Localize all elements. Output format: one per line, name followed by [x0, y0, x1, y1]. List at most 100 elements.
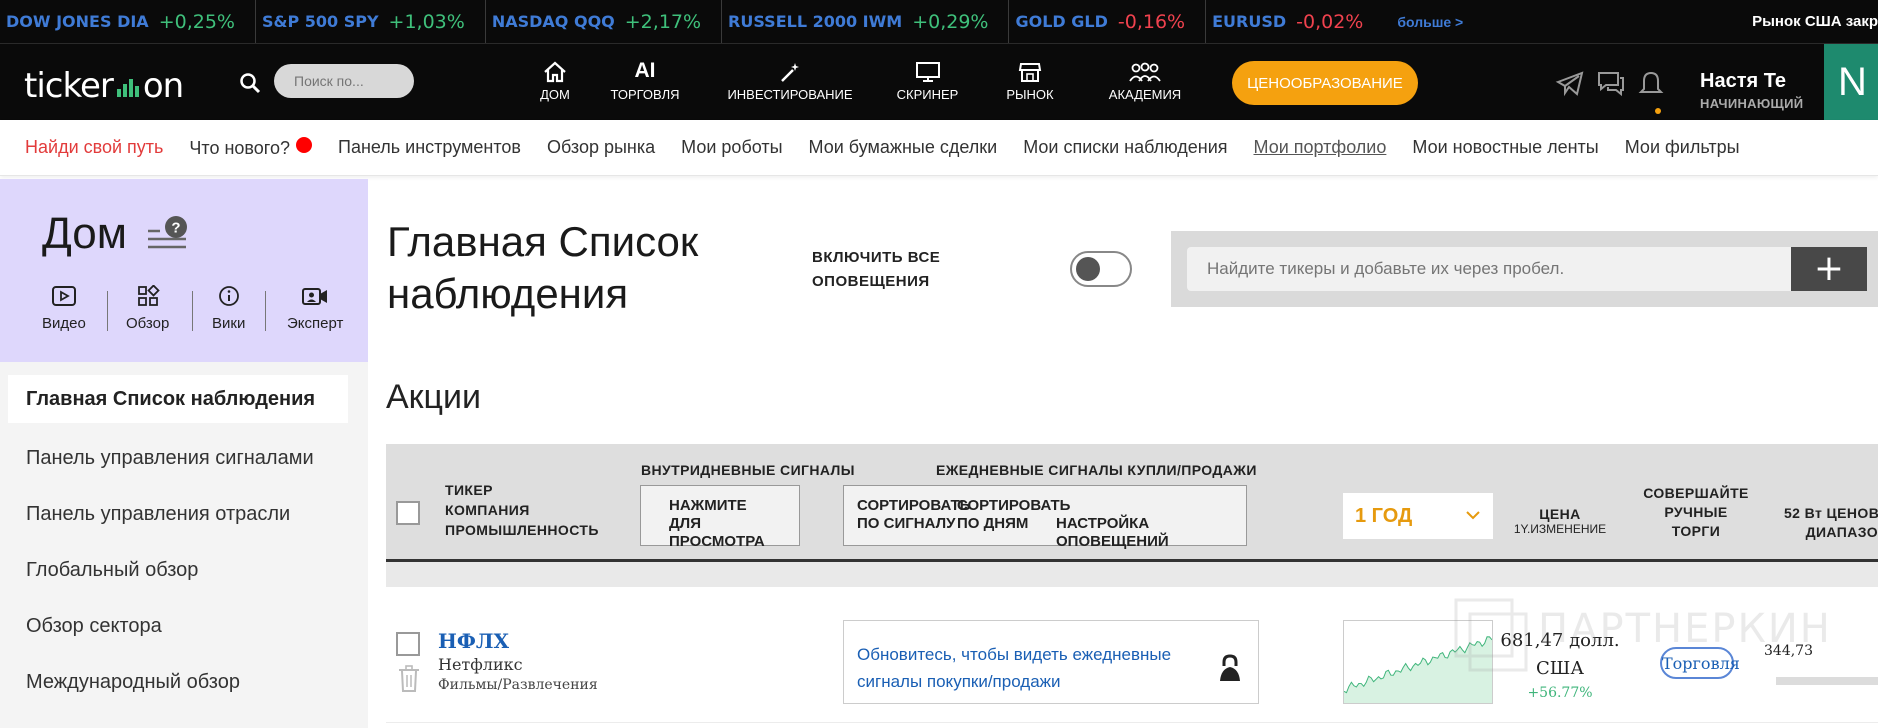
ticker-change: +1,03% [388, 10, 465, 33]
daily-signals-box: СОРТИРОВАТЬ ПО СИГНАЛУ СОРТИРОВАТЬ ПО ДН… [843, 485, 1247, 550]
divider [265, 291, 266, 331]
ticker-change: +2,17% [624, 10, 702, 33]
avatar[interactable]: N [1824, 44, 1878, 120]
pricing-button[interactable]: ЦЕНООБРАЗОВАНИЕ [1232, 61, 1418, 105]
subnav-find-path[interactable]: Найди свой путь [25, 137, 163, 158]
trash-icon[interactable] [398, 665, 420, 693]
global-search-input[interactable] [274, 64, 414, 98]
search-icon[interactable] [238, 71, 262, 95]
52w-low-value: 344,73 [1764, 643, 1813, 659]
header-line: ТОРГИ [1671, 523, 1721, 539]
sidebar-item-sector-overview[interactable]: Обзор сектора [26, 615, 162, 638]
quick-link-video[interactable]: Видео [42, 285, 86, 332]
ticker-symbol-link[interactable]: НФЛХ [438, 629, 509, 653]
row-checkbox[interactable] [396, 632, 420, 656]
sidebar-item-main-watchlist[interactable]: Главная Список наблюдения [8, 375, 348, 423]
price-currency: США [1536, 658, 1584, 679]
toggle-knob [1076, 257, 1100, 281]
subnav-watchlists[interactable]: Мои списки наблюдения [1023, 137, 1227, 158]
nav-label: РЫНОК [1006, 87, 1054, 102]
help-list-icon[interactable]: ? [146, 215, 190, 253]
intraday-view-button[interactable]: НАЖМИТЕ ДЛЯ ПРОСМОТРА [640, 485, 800, 550]
daily-signals-label: ЕЖЕДНЕВНЫЕ СИГНАЛЫ КУПЛИ/ПРОДАЖИ [936, 462, 1257, 478]
ticker-item-iwm[interactable]: RUSSELL 2000 IWM +0,29% [722, 0, 1010, 43]
intraday-button-label: НАЖМИТЕ ДЛЯ ПРОСМОТРА [669, 497, 799, 551]
table-header: ТИКЕР КОМПАНИЯ ПРОМЫШЛЕННОСТЬ ВНУТРИДНЕВ… [386, 444, 1878, 562]
sort-by-days-button[interactable]: СОРТИРОВАТЬ ПО ДНЯМ [957, 497, 1070, 533]
sort-by-signal-button[interactable]: СОРТИРОВАТЬ ПО СИГНАЛУ [857, 497, 970, 533]
header-sub: 1Y.ИЗМЕНЕНИЕ [1513, 522, 1607, 536]
subnav-news-feeds[interactable]: Мои новостные ленты [1412, 137, 1598, 158]
button-line: СОРТИРОВАТЬ [957, 497, 1071, 514]
quick-link-wiki[interactable]: Вики [212, 285, 245, 332]
quick-link-expert[interactable]: Эксперт [287, 285, 343, 332]
chevron-down-icon [1466, 511, 1480, 520]
user-name[interactable]: Настя Те [1700, 70, 1786, 93]
market-ticker-strip: DOW JONES DIA +0,25% S&P 500 SPY +1,03% … [0, 0, 1878, 44]
grid-icon [137, 285, 160, 306]
nav-home[interactable]: ДОМ [510, 52, 600, 112]
price-sparkline-chart[interactable] [1343, 620, 1493, 704]
home-icon [544, 61, 566, 83]
nav-market[interactable]: РЫНОК [990, 52, 1070, 112]
52w-range-bar [1776, 677, 1878, 685]
subnav-whats-new[interactable]: Что нового? [189, 136, 312, 159]
ticker-change: -0,16% [1117, 10, 1186, 33]
sidebar-item-signals-dashboard[interactable]: Панель управления сигналами [26, 447, 314, 470]
col-header-manual-trades: СОВЕРШАЙТЕ РУЧНЫЕ ТОРГИ [1636, 484, 1756, 541]
ticker-item-spy[interactable]: S&P 500 SPY +1,03% [256, 0, 486, 43]
quick-link-label: Обзор [126, 315, 170, 332]
site-logo[interactable]: ticker on [24, 66, 184, 106]
nav-label: ДОМ [540, 87, 570, 102]
nav-academy[interactable]: АКАДЕМИЯ [1095, 52, 1195, 112]
subnav-market-overview[interactable]: Обзор рынка [547, 137, 655, 158]
sidebar-item-international-overview[interactable]: Международный обзор [26, 671, 240, 694]
quick-link-overview[interactable]: Обзор [126, 285, 169, 332]
more-tickers-link[interactable]: больше > [1397, 14, 1463, 30]
quick-link-label: Вики [212, 315, 246, 332]
divider [107, 291, 108, 331]
subnav-my-robots[interactable]: Мои роботы [681, 137, 782, 158]
nav-screener[interactable]: СКРИНЕР [880, 52, 975, 112]
button-line: НАЖМИТЕ [669, 497, 747, 514]
table-row: НФЛХ Нетфликс Фильмы/Развлечения Обновит… [386, 605, 1878, 723]
price-change-1y: +56.77% [1527, 685, 1593, 701]
ticker-item-qqq[interactable]: NASDAQ QQQ +2,17% [486, 0, 723, 43]
subnav-toolbar[interactable]: Панель инструментов [338, 137, 521, 158]
sidebar-item-industry-dashboard[interactable]: Панель управления отрасли [26, 503, 290, 526]
bell-icon[interactable] [1636, 68, 1666, 98]
subnav-label: Что нового? [189, 137, 290, 158]
logo-text-right: on [142, 66, 184, 106]
enable-alerts-toggle[interactable] [1070, 251, 1132, 287]
trade-button[interactable]: Торговля [1660, 647, 1740, 679]
store-icon [1018, 63, 1042, 82]
telegram-icon[interactable] [1555, 68, 1585, 98]
lock-icon [1220, 654, 1240, 681]
ticker-name: EURUSD [1212, 12, 1287, 31]
header-line: 52 Вт ЦЕНОВ [1784, 505, 1878, 521]
col-header-price[interactable]: ЦЕНА 1Y.ИЗМЕНЕНИЕ [1510, 506, 1610, 536]
alert-settings-button[interactable]: НАСТРОЙКА ОПОВЕЩЕНИЙ [1056, 515, 1246, 551]
monitor-icon [915, 62, 940, 82]
header-line: РУЧНЫЕ [1664, 504, 1728, 520]
select-all-checkbox[interactable] [396, 501, 420, 525]
logo-bars-icon [116, 75, 139, 97]
ticker-item-eurusd[interactable]: EURUSD -0,02% [1206, 0, 1383, 43]
ticker-item-gld[interactable]: GOLD GLD -0,16% [1009, 0, 1207, 43]
subnav-paper-trades[interactable]: Мои бумажные сделки [809, 137, 998, 158]
nav-trading[interactable]: AI ТОРГОВЛЯ [600, 52, 690, 112]
sparkline-area [1344, 636, 1492, 703]
main-navbar: ticker on ДОМ AI ТОРГОВЛЯ ИНВЕСТИРОВАНИЕ… [0, 44, 1878, 120]
nav-investing[interactable]: ИНВЕСТИРОВАНИЕ [720, 52, 860, 112]
chat-icon[interactable] [1596, 68, 1626, 98]
subnav-portfolio[interactable]: Мои портфолио [1254, 137, 1387, 158]
subnav-filters[interactable]: Мои фильтры [1625, 137, 1740, 158]
add-ticker-button[interactable]: + [1791, 247, 1867, 291]
price-amount: 681,47 долл. [1500, 630, 1620, 651]
upgrade-signals-banner[interactable]: Обновитесь, чтобы видеть ежедневные сигн… [843, 620, 1259, 704]
sidebar-item-global-overview[interactable]: Глобальный обзор [26, 559, 198, 582]
col-header-ticker[interactable]: ТИКЕР КОМПАНИЯ ПРОМЫШЛЕННОСТЬ [445, 480, 599, 540]
ticker-item-dia[interactable]: DOW JONES DIA +0,25% [0, 0, 256, 43]
group-icon [1129, 62, 1161, 82]
add-ticker-input[interactable] [1187, 247, 1793, 291]
